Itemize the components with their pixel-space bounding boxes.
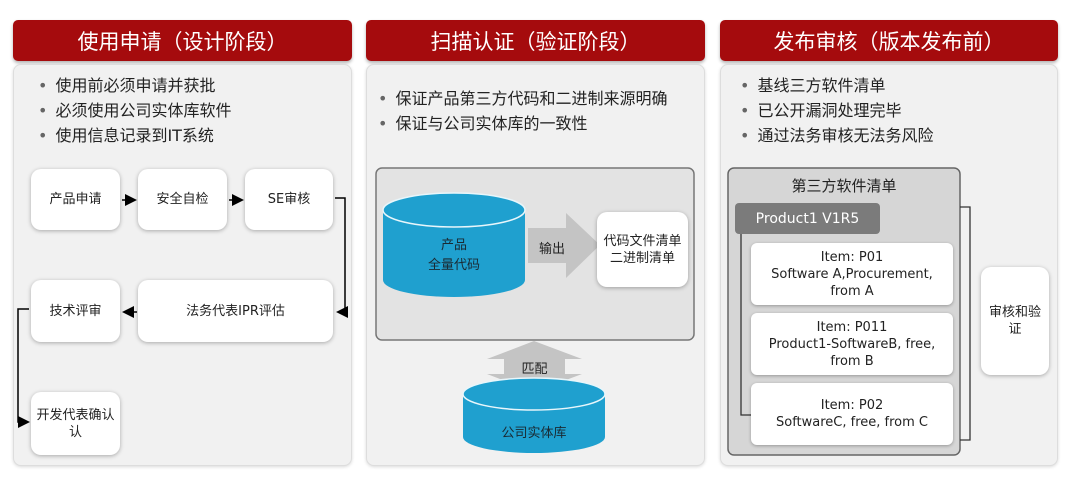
item-source: from B [830, 353, 874, 369]
bracket [960, 206, 971, 441]
item-id: Item: P02 [820, 398, 884, 413]
item-desc: Software A,Procurement, [771, 266, 933, 282]
software-item: Item: P01 Software A,Procurement, from A [751, 243, 953, 305]
software-item: Item: P02 SoftwareC, free, from C [751, 383, 953, 445]
software-list-title: 第三方软件清单 [791, 177, 897, 195]
label: 产品 [440, 238, 467, 253]
step-security-check: 安全自检 [138, 169, 227, 230]
step-product-apply: 产品申请 [31, 169, 120, 230]
software-item: Item: P011 Product1-SoftwareB, free, fro… [751, 313, 953, 375]
output-label: 输出 [538, 242, 565, 257]
step-legal-ipr: 法务代表IPR评估 [138, 280, 333, 342]
label: 代码文件清单 [603, 233, 682, 249]
label: 全量代码 [427, 258, 480, 273]
arrow [17, 308, 30, 428]
item-id: Item: P01 [820, 249, 884, 265]
item-desc: Product1-SoftwareB, free, [768, 336, 936, 352]
company-db-label: 公司实体库 [501, 426, 567, 441]
step-dev-confirm: 开发代表确认认 [31, 392, 120, 455]
product-version: Product1 V1R5 [735, 203, 880, 234]
review-verify-box: 审核和验证 [981, 267, 1049, 375]
item-id: Item: P011 [816, 319, 888, 335]
company-db-cylinder [462, 377, 606, 453]
item-desc: SoftwareC, free, from C [775, 415, 928, 430]
step-se-review: SE审核 [245, 169, 333, 230]
item-source: from A [830, 283, 874, 299]
output-list-box: 代码文件清单 二进制清单 [597, 212, 688, 287]
arrow [335, 197, 348, 318]
step-tech-review: 技术评审 [31, 280, 120, 342]
source-db-label: 产品 全量代码 [383, 236, 525, 276]
match-label: 匹配 [521, 362, 548, 377]
label: 二进制清单 [609, 250, 675, 266]
